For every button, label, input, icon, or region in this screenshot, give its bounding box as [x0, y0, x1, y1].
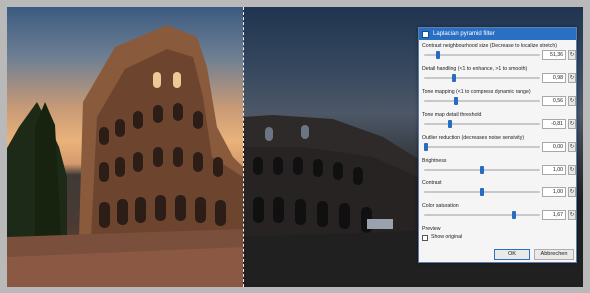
param-control-row: 1,67 ↻ — [422, 210, 576, 221]
slider-track[interactable] — [424, 165, 540, 174]
param-label: Color saturation — [422, 203, 459, 210]
laplacian-filter-dialog: Laplacian pyramid filter Contrast neighb… — [418, 27, 577, 263]
slider-track[interactable] — [424, 51, 540, 59]
ok-button[interactable]: OK — [494, 249, 530, 260]
show-original-option[interactable]: Show original — [422, 234, 572, 241]
param-control-row: 1,00 ↻ — [422, 164, 576, 175]
param-3: Tone map detail threshold -0,81 ↻ — [422, 111, 576, 129]
show-original-checkbox[interactable] — [422, 234, 428, 241]
slider-thumb[interactable] — [480, 165, 484, 174]
param-control-row: 1,00 ↻ — [422, 187, 576, 198]
param-control-row: 0,56 ↻ — [422, 95, 576, 106]
slider-thumb[interactable] — [512, 211, 517, 220]
param-label: Contrast neighbourhood size (Decrease to… — [422, 43, 557, 49]
value-input[interactable]: 1,67 — [542, 210, 566, 221]
reset-icon[interactable]: ↻ — [568, 210, 576, 221]
value-input[interactable]: 1,00 — [542, 187, 566, 198]
slider-thumb[interactable] — [435, 51, 440, 59]
slider-thumb[interactable] — [424, 142, 429, 151]
slider-track[interactable] — [424, 119, 540, 128]
dialog-title: Laplacian pyramid filter — [433, 31, 495, 37]
param-label: Tone mapping (<1 to compress dynamic ran… — [422, 88, 531, 95]
param-5: Brightness 1,00 ↻ — [422, 157, 576, 175]
reset-icon[interactable]: ↻ — [568, 72, 576, 83]
slider-track[interactable] — [424, 211, 540, 220]
param-7: Color saturation 1,67 ↻ — [422, 203, 576, 221]
value-input[interactable]: 0,56 — [542, 95, 566, 106]
param-control-row: 0,98 ↻ — [422, 72, 576, 83]
param-label: Detail handling (<1 to enhance, >1 to sm… — [422, 65, 528, 72]
reset-icon[interactable]: ↻ — [568, 118, 576, 129]
slider-track[interactable] — [424, 73, 540, 82]
param-label: Outlier reduction (decreases noise sensi… — [422, 134, 525, 141]
dialog-title-bar[interactable]: Laplacian pyramid filter — [419, 28, 576, 40]
reset-icon[interactable]: ↻ — [568, 187, 576, 198]
value-input[interactable]: 0,00 — [542, 141, 566, 152]
slider-thumb[interactable] — [480, 188, 484, 197]
param-label: Contrast — [422, 180, 442, 187]
value-input[interactable]: 51,36 — [542, 50, 566, 60]
param-label: Brightness — [422, 157, 447, 164]
param-control-row: 0,00 ↻ — [422, 141, 576, 152]
param-label: Tone map detail threshold — [422, 111, 482, 118]
slider-track[interactable] — [424, 142, 540, 151]
split-divider[interactable] — [243, 7, 244, 287]
param-2: Tone mapping (<1 to compress dynamic ran… — [422, 88, 576, 106]
value-input[interactable]: 0,98 — [542, 72, 566, 83]
reset-icon[interactable]: ↻ — [568, 164, 576, 175]
param-0: Contrast neighbourhood size (Decrease to… — [422, 43, 576, 60]
slider-thumb[interactable] — [447, 119, 452, 128]
value-input[interactable]: 1,00 — [542, 164, 566, 175]
param-6: Contrast 1,00 ↻ — [422, 180, 576, 198]
slider-track[interactable] — [424, 96, 540, 105]
original-image-half — [7, 7, 243, 287]
slider-thumb[interactable] — [452, 73, 457, 82]
param-1: Detail handling (<1 to enhance, >1 to sm… — [422, 65, 576, 83]
reset-icon[interactable]: ↻ — [568, 95, 576, 106]
reset-icon[interactable]: ↻ — [568, 50, 576, 60]
reset-icon[interactable]: ↻ — [568, 141, 576, 152]
colosseum-photo-original — [7, 25, 243, 287]
preview-section: Preview Show original — [422, 226, 572, 241]
param-4: Outlier reduction (decreases noise sensi… — [422, 134, 576, 152]
preview-label: Preview — [422, 226, 441, 232]
slider-thumb[interactable] — [454, 96, 459, 105]
param-control-row: 51,36 ↻ — [422, 50, 576, 60]
cancel-button[interactable]: Abbrechen — [534, 249, 574, 260]
window-icon — [422, 30, 429, 38]
value-input[interactable]: -0,81 — [542, 118, 566, 129]
slider-track[interactable] — [424, 188, 540, 197]
param-control-row: -0,81 ↻ — [422, 118, 576, 129]
show-original-label: Show original — [431, 234, 463, 240]
